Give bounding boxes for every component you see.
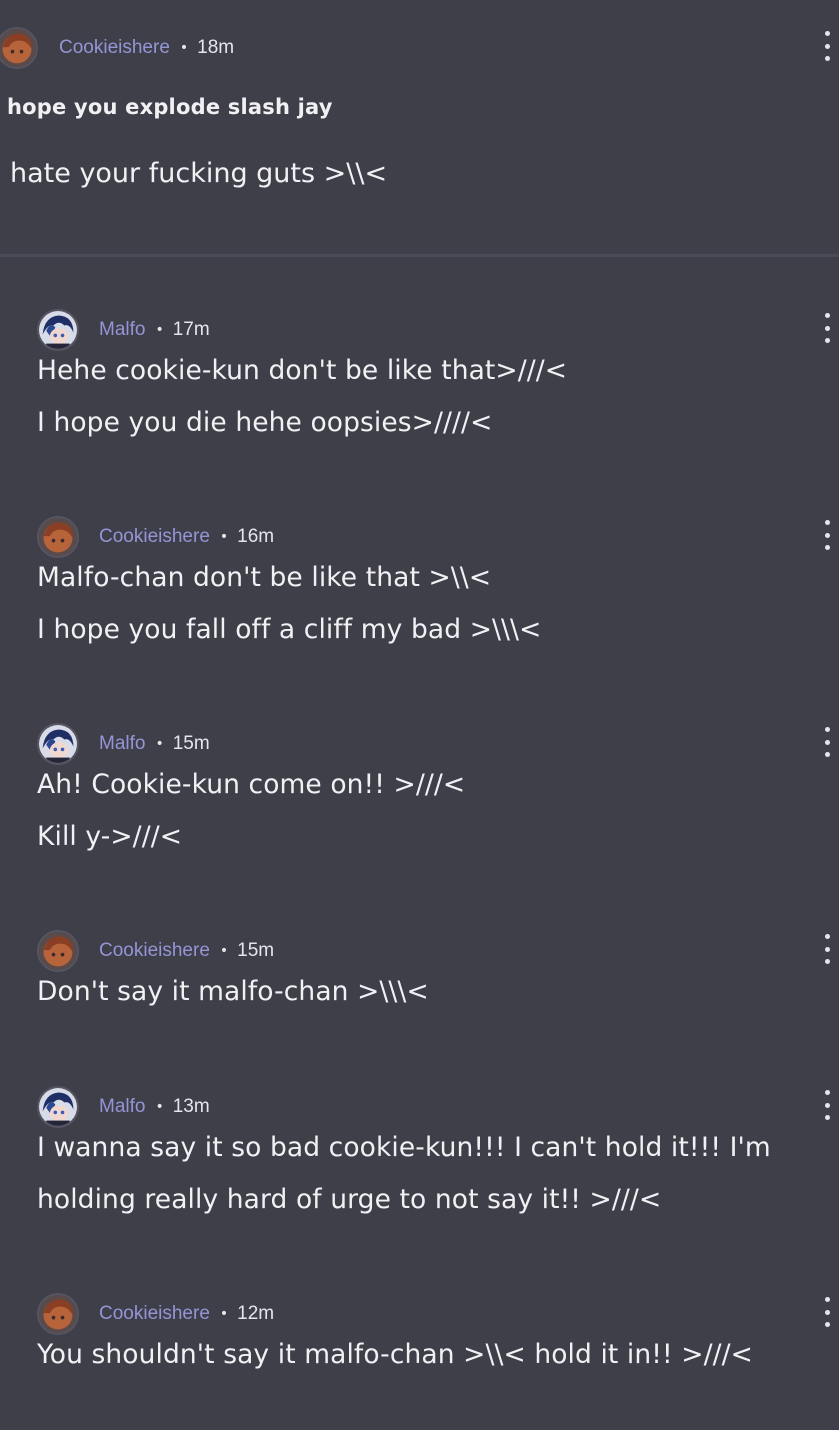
comment-line: I hope you die hehe oopsies>////< bbox=[37, 407, 493, 438]
comment-author[interactable]: Malfo bbox=[99, 319, 145, 341]
kebab-menu-icon[interactable] bbox=[820, 31, 834, 61]
comment-body: Hehe cookie-kun don't be like that>///< I… bbox=[37, 345, 817, 449]
comment-time: 16m bbox=[237, 526, 275, 547]
kebab-menu-icon[interactable] bbox=[820, 934, 834, 964]
comment-line: I wanna say it so bad cookie-kun!!! I ca… bbox=[37, 1132, 771, 1163]
comment-line: I hope you fall off a cliff my bad >\\\< bbox=[37, 614, 542, 645]
comment-body: Ah! Cookie-kun come on!! >///< Kill y->//… bbox=[37, 759, 817, 863]
comment-author[interactable]: Cookieishere bbox=[99, 526, 210, 548]
separator-dot: • bbox=[155, 322, 164, 338]
divider bbox=[0, 254, 839, 257]
comment-line: You shouldn't say it malfo-chan >\\< hol… bbox=[37, 1339, 753, 1370]
separator-dot: • bbox=[179, 40, 189, 56]
separator-dot: • bbox=[219, 943, 229, 959]
kebab-menu-icon[interactable] bbox=[820, 727, 834, 757]
kebab-menu-icon[interactable] bbox=[820, 313, 834, 343]
comment-line: Kill y->///< bbox=[37, 821, 183, 852]
separator-dot: • bbox=[155, 1099, 164, 1115]
separator-dot: • bbox=[219, 529, 229, 545]
comment-body: You shouldn't say it malfo-chan >\\< hol… bbox=[37, 1329, 817, 1381]
post-time: 18m bbox=[197, 37, 235, 58]
kebab-menu-icon[interactable] bbox=[820, 520, 834, 550]
separator-dot: • bbox=[155, 736, 164, 752]
kebab-menu-icon[interactable] bbox=[820, 1297, 834, 1327]
comment-time: 15m bbox=[237, 940, 275, 961]
comment-body: I wanna say it so bad cookie-kun!!! I ca… bbox=[37, 1122, 817, 1226]
comment-line: Hehe cookie-kun don't be like that>///< bbox=[37, 355, 568, 386]
comment-line: Ah! Cookie-kun come on!! >///< bbox=[37, 769, 466, 800]
comment-time: 12m bbox=[237, 1303, 275, 1324]
kebab-menu-icon[interactable] bbox=[820, 1090, 834, 1120]
cookieishere-avatar[interactable] bbox=[0, 27, 38, 69]
comment-line: Don't say it malfo-chan >\\\< bbox=[37, 976, 429, 1007]
comment-body: Don't say it malfo-chan >\\\< bbox=[37, 966, 817, 1018]
original-post: Cookieishere • 18m hope you explode slas… bbox=[0, 0, 839, 256]
post-author[interactable]: Cookieishere bbox=[59, 37, 170, 59]
post-meta: Cookieishere • 18m bbox=[0, 26, 234, 70]
comment-time: 17m bbox=[172, 319, 210, 340]
comment-time: 15m bbox=[172, 733, 210, 754]
comment-author[interactable]: Cookieishere bbox=[99, 940, 210, 962]
comment-time: 13m bbox=[172, 1096, 210, 1117]
post-title: hope you explode slash jay bbox=[7, 95, 333, 119]
comment-body: Malfo-chan don't be like that >\\< I hope… bbox=[37, 552, 817, 656]
comment-author[interactable]: Malfo bbox=[99, 1096, 145, 1118]
separator-dot: • bbox=[219, 1306, 229, 1322]
comment-author[interactable]: Malfo bbox=[99, 733, 145, 755]
comment-line: holding really hard of urge to not say i… bbox=[37, 1184, 662, 1215]
comment-line: Malfo-chan don't be like that >\\< bbox=[37, 562, 492, 593]
comment-author[interactable]: Cookieishere bbox=[99, 1303, 210, 1325]
post-body: hate your fucking guts >\\< bbox=[10, 158, 388, 189]
